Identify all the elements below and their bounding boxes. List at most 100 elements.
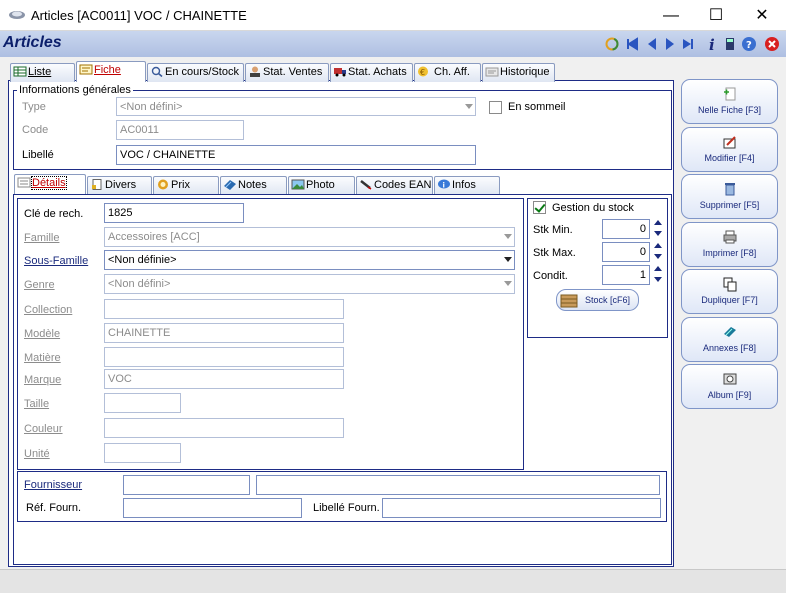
stk-min-spinner[interactable] bbox=[653, 218, 663, 240]
subtab-infos[interactable]: i Infos bbox=[434, 176, 500, 195]
subtab-notes[interactable]: Notes bbox=[220, 176, 287, 195]
genre-select[interactable]: <Non défini> bbox=[104, 274, 515, 294]
general-info-legend: Informations générales bbox=[17, 84, 133, 96]
calculator-icon[interactable] bbox=[722, 36, 738, 52]
magnifier-icon bbox=[151, 66, 163, 77]
print-button[interactable]: Imprimer [F8] bbox=[681, 222, 778, 267]
help-icon[interactable]: ? bbox=[741, 36, 757, 52]
libelle-fourn-field[interactable] bbox=[382, 498, 661, 518]
sous-famille-label[interactable]: Sous-Famille bbox=[24, 255, 88, 267]
album-icon bbox=[723, 373, 736, 385]
en-sommeil-checkbox[interactable] bbox=[489, 101, 502, 114]
list-icon bbox=[13, 66, 27, 77]
couleur-field[interactable] bbox=[104, 418, 344, 438]
duplicate-button[interactable]: Dupliquer [F7] bbox=[681, 269, 778, 314]
unite-field[interactable] bbox=[104, 443, 181, 463]
album-button[interactable]: Album [F9] bbox=[681, 364, 778, 409]
last-record-icon[interactable] bbox=[680, 36, 696, 52]
copy-icon bbox=[723, 277, 736, 292]
app-icon bbox=[9, 11, 25, 19]
close-button[interactable]: ✕ bbox=[739, 0, 785, 31]
famille-select[interactable]: Accessoires [ACC] bbox=[104, 227, 515, 247]
taille-label: Taille bbox=[24, 398, 50, 410]
subtab-details[interactable]: Détails bbox=[14, 174, 86, 195]
tab-fiche[interactable]: Fiche bbox=[76, 61, 146, 82]
trash-icon bbox=[724, 183, 735, 196]
modele-label: Modèle bbox=[24, 328, 61, 340]
stk-max-field[interactable]: 0 bbox=[602, 242, 650, 262]
book-icon bbox=[723, 327, 736, 337]
new-document-icon bbox=[723, 87, 735, 101]
sous-famille-select[interactable]: <Non définie> bbox=[104, 250, 515, 270]
truck-icon bbox=[334, 68, 346, 77]
next-record-icon[interactable] bbox=[662, 36, 678, 52]
fournisseur-label[interactable]: Fournisseur bbox=[24, 479, 82, 491]
previous-record-icon[interactable] bbox=[644, 36, 660, 52]
code-field[interactable]: AC0011 bbox=[116, 120, 244, 140]
svg-text:?: ? bbox=[746, 40, 752, 51]
chevron-down-icon bbox=[465, 104, 473, 109]
code-label: Code bbox=[22, 124, 49, 136]
tab-liste[interactable]: Liste bbox=[10, 63, 75, 82]
page-title: Articles bbox=[3, 34, 62, 51]
libelle-field[interactable]: VOC / CHAINETTE bbox=[116, 145, 476, 165]
annexes-button[interactable]: Annexes [F8] bbox=[681, 317, 778, 362]
notes-icon bbox=[224, 180, 236, 190]
condit-field[interactable]: 1 bbox=[602, 265, 650, 285]
first-record-icon[interactable] bbox=[624, 36, 640, 52]
info-icon[interactable]: i bbox=[704, 36, 720, 52]
marque-field[interactable]: VOC bbox=[104, 369, 344, 389]
euro-icon: € bbox=[418, 66, 428, 77]
gestion-stock-label: Gestion du stock bbox=[552, 202, 634, 214]
stock-button[interactable]: Stock [cF6] bbox=[556, 289, 639, 311]
collection-label: Collection bbox=[24, 304, 73, 316]
tab-en-cours-stock[interactable]: En cours/Stock bbox=[147, 63, 244, 82]
new-record-button[interactable]: Nelle Fiche [F3] bbox=[681, 79, 778, 124]
libelle-label: Libellé bbox=[22, 149, 54, 161]
subtab-prix[interactable]: Prix bbox=[153, 176, 219, 195]
refresh-icon[interactable] bbox=[604, 36, 620, 52]
collection-field[interactable] bbox=[104, 299, 344, 319]
delete-button[interactable]: Supprimer [F5] bbox=[681, 174, 778, 219]
document-icon bbox=[92, 179, 102, 190]
stk-min-field[interactable]: 0 bbox=[602, 219, 650, 239]
unite-label: Unité bbox=[24, 448, 50, 460]
box-icon bbox=[560, 294, 578, 308]
ref-fourn-field[interactable] bbox=[123, 498, 302, 518]
header-bar: Articles i ? bbox=[0, 31, 786, 57]
subtab-divers[interactable]: Divers bbox=[87, 176, 152, 195]
chevron-down-icon bbox=[504, 257, 512, 262]
maximize-button[interactable]: ☐ bbox=[693, 0, 739, 31]
fournisseur-code-field[interactable] bbox=[123, 475, 250, 495]
title-bar: Articles [AC0011] VOC / CHAINETTE — ☐ ✕ bbox=[0, 0, 786, 31]
tab-historique[interactable]: Historique bbox=[482, 63, 555, 82]
fournisseur-name-field[interactable] bbox=[256, 475, 660, 495]
edit-button[interactable]: Modifier [F4] bbox=[681, 127, 778, 172]
chevron-down-icon bbox=[504, 234, 512, 239]
matiere-field[interactable] bbox=[104, 347, 344, 367]
stk-max-spinner[interactable] bbox=[653, 241, 663, 263]
window-title: Articles [AC0011] VOC / CHAINETTE bbox=[31, 8, 247, 23]
info-bubble-icon: i bbox=[438, 179, 450, 190]
modele-field[interactable]: CHAINETTE bbox=[104, 323, 344, 343]
tab-stat-achats[interactable]: Stat. Achats bbox=[330, 63, 413, 82]
card-icon bbox=[79, 64, 93, 75]
gestion-stock-checkbox[interactable] bbox=[533, 201, 546, 214]
minimize-button[interactable]: — bbox=[648, 0, 694, 31]
chevron-down-icon bbox=[504, 281, 512, 286]
photo-icon bbox=[291, 179, 305, 190]
exit-icon[interactable] bbox=[764, 36, 780, 52]
subtab-photo[interactable]: Photo bbox=[288, 176, 355, 195]
condit-spinner[interactable] bbox=[653, 264, 663, 286]
type-select[interactable]: <Non défini> bbox=[116, 97, 476, 116]
genre-label: Genre bbox=[24, 279, 55, 291]
tab-ch-aff[interactable]: € Ch. Aff. bbox=[414, 63, 481, 82]
taille-field[interactable] bbox=[104, 393, 181, 413]
svg-text:€: € bbox=[420, 68, 425, 77]
cle-field[interactable]: 1825 bbox=[104, 203, 244, 223]
stk-max-label: Stk Max. bbox=[533, 247, 576, 259]
tab-stat-ventes[interactable]: Stat. Ventes bbox=[245, 63, 329, 82]
printer-icon bbox=[723, 230, 736, 244]
en-sommeil-label: En sommeil bbox=[508, 101, 566, 113]
subtab-codes-ean[interactable]: Codes EAN bbox=[356, 176, 433, 195]
